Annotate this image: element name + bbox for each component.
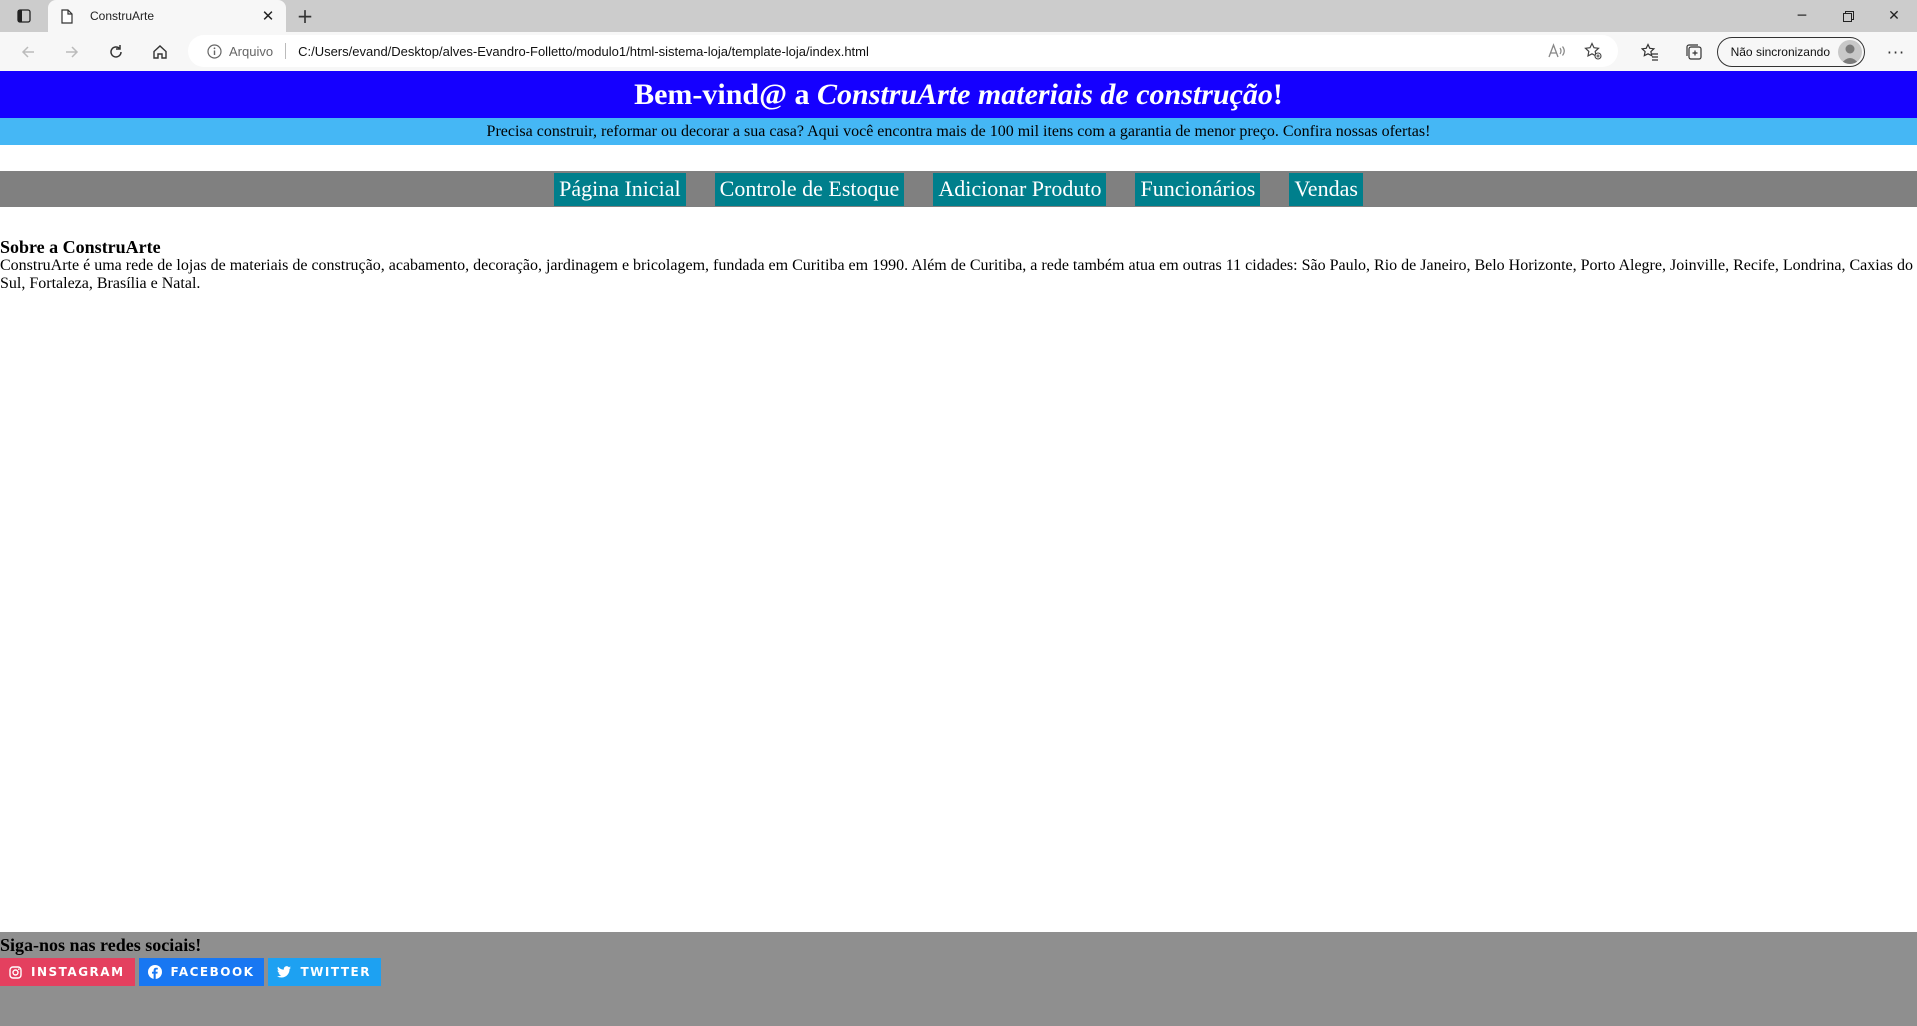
new-tab-icon[interactable]: + — [294, 4, 316, 28]
about-text: ConstruArte é uma rede de lojas de mater… — [0, 257, 1914, 292]
twitter-icon — [277, 966, 292, 978]
collections-icon[interactable] — [1683, 41, 1705, 63]
favorites-icon[interactable] — [1639, 41, 1661, 63]
title-prefix: Bem-vind@ a — [634, 77, 817, 111]
social-links: INSTAGRAM FACEBOOK TWITTER — [0, 958, 1917, 986]
menu-item-funcionarios[interactable]: Funcionários — [1135, 172, 1261, 206]
about-section: Sobre a ConstruArte ConstruArte é uma re… — [0, 238, 1917, 293]
menu-item-pagina-inicial[interactable]: Página Inicial — [554, 172, 686, 206]
footer-title: Siga-nos nas redes sociais! — [0, 935, 202, 955]
twitter-label: TWITTER — [300, 965, 371, 979]
instagram-button[interactable]: INSTAGRAM — [0, 958, 135, 986]
facebook-icon — [147, 965, 162, 979]
home-icon[interactable] — [146, 38, 174, 66]
tab-title: ConstruArte — [90, 9, 155, 23]
menu-item-adicionar-produto[interactable]: Adicionar Produto — [933, 172, 1107, 206]
tagline-bar: Precisa construir, reformar ou decorar a… — [0, 118, 1917, 145]
instagram-label: INSTAGRAM — [31, 965, 125, 979]
menu-item-controle-estoque[interactable]: Controle de Estoque — [714, 172, 905, 206]
minimize-icon[interactable]: ─ — [1779, 0, 1825, 32]
url-text[interactable]: C:/Users/evand/Desktop/alves-Evandro-Fol… — [298, 44, 869, 59]
address-bar[interactable]: Arquivo C:/Users/evand/Desktop/alves-Eva… — [188, 35, 1618, 67]
page-title: Bem-vind@ a ConstruArte materiais de con… — [0, 71, 1917, 118]
address-scheme-label: Arquivo — [229, 43, 274, 59]
refresh-icon[interactable] — [102, 38, 130, 66]
read-aloud-icon[interactable] — [1546, 40, 1568, 62]
web-page: Bem-vind@ a ConstruArte materiais de con… — [0, 71, 1917, 1026]
address-actions — [1546, 40, 1604, 62]
main-menu: Página Inicial Controle de Estoque Adici… — [0, 171, 1917, 207]
browser-toolbar: Arquivo C:/Users/evand/Desktop/alves-Eva… — [0, 32, 1917, 72]
forward-icon[interactable] — [58, 38, 86, 66]
profile-status-label: Não sincronizando — [1730, 45, 1830, 59]
more-options-icon[interactable]: ··· — [1875, 37, 1917, 67]
menu-item-vendas[interactable]: Vendas — [1289, 172, 1363, 206]
back-icon[interactable] — [14, 38, 42, 66]
browser-tab-bar: ConstruArte ✕ + ─ ✕ — [0, 0, 1917, 32]
facebook-button[interactable]: FACEBOOK — [138, 958, 265, 986]
about-heading: Sobre a ConstruArte — [0, 237, 161, 257]
browser-tab-active[interactable]: ConstruArte ✕ — [48, 0, 286, 32]
restore-icon[interactable] — [1825, 0, 1871, 32]
tagline-text: Precisa construir, reformar ou decorar a… — [486, 122, 1431, 140]
title-brand: ConstruArte materiais de construção — [817, 77, 1273, 111]
tab-actions-button[interactable] — [8, 5, 40, 27]
add-favorite-icon[interactable] — [1582, 40, 1604, 62]
window-controls: ─ ✕ — [1779, 0, 1917, 32]
facebook-label: FACEBOOK — [170, 965, 255, 979]
title-suffix: ! — [1272, 77, 1283, 111]
info-icon[interactable] — [206, 43, 222, 59]
footer: Siga-nos nas redes sociais! INSTAGRAM FA… — [0, 932, 1917, 1026]
toolbar-right: Não sincronizando ··· — [1639, 36, 1917, 68]
instagram-icon — [9, 965, 22, 979]
page-icon — [60, 8, 74, 24]
avatar — [1838, 40, 1862, 64]
address-divider — [285, 43, 287, 59]
close-window-icon[interactable]: ✕ — [1871, 0, 1917, 32]
close-tab-icon[interactable]: ✕ — [260, 7, 276, 25]
tab-actions-icon — [17, 9, 31, 23]
twitter-button[interactable]: TWITTER — [268, 958, 381, 986]
profile-button[interactable]: Não sincronizando — [1716, 37, 1865, 67]
